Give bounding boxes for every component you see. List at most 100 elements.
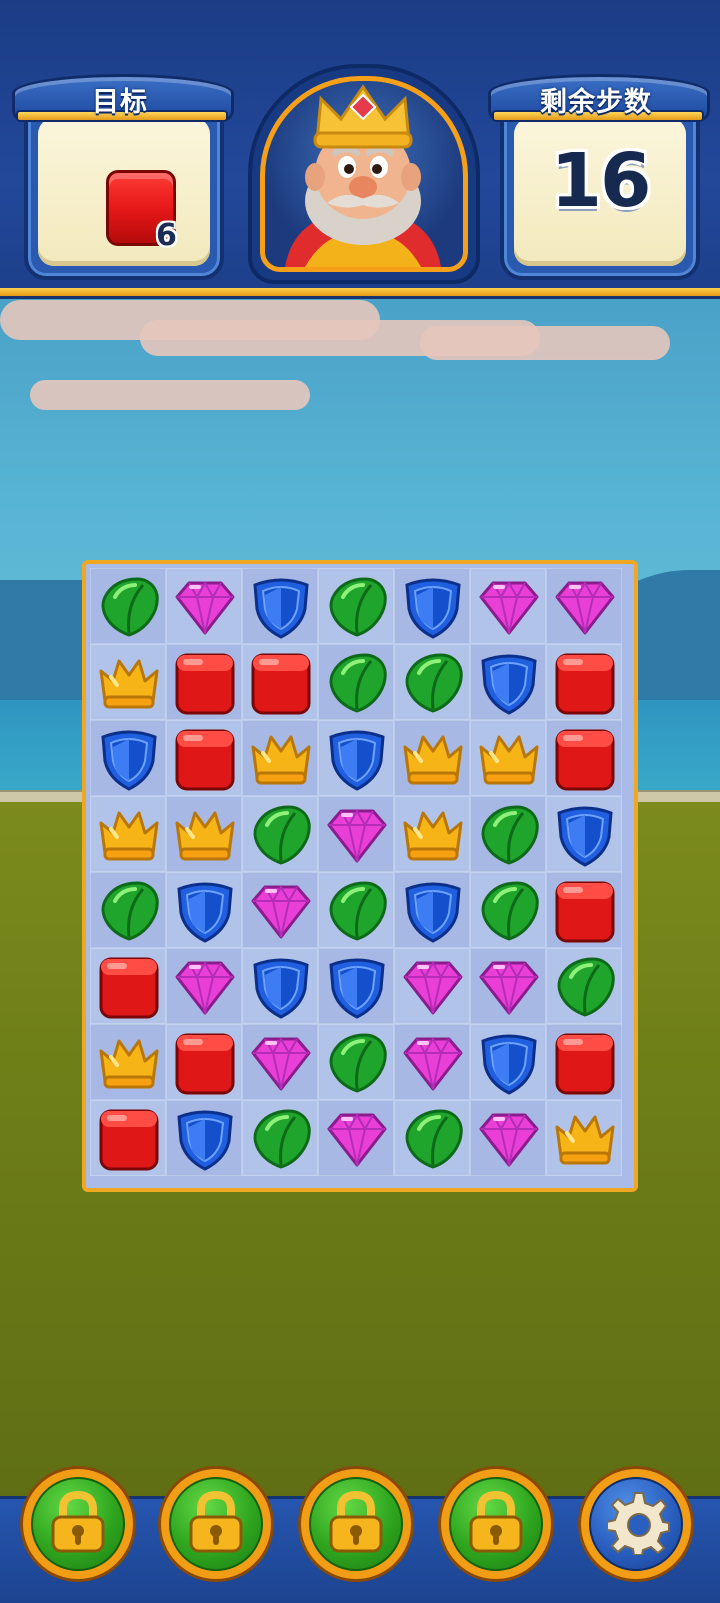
board-cell[interactable]	[546, 796, 622, 872]
crown-piece-icon[interactable]	[97, 1031, 161, 1095]
crown-piece-icon[interactable]	[97, 803, 161, 867]
gem-piece-icon[interactable]	[249, 879, 313, 943]
board-cell[interactable]	[318, 568, 394, 644]
shield-piece-icon[interactable]	[477, 1031, 541, 1095]
crown-piece-icon[interactable]	[97, 651, 161, 715]
board-cell[interactable]	[90, 644, 166, 720]
gem-piece-icon[interactable]	[477, 955, 541, 1019]
cube-piece-icon[interactable]	[249, 651, 313, 715]
crown-piece-icon[interactable]	[401, 803, 465, 867]
board-cell[interactable]	[470, 796, 546, 872]
leaf-piece-icon[interactable]	[249, 803, 313, 867]
board-cell[interactable]	[318, 796, 394, 872]
cube-piece-icon[interactable]	[553, 1031, 617, 1095]
crown-piece-icon[interactable]	[401, 727, 465, 791]
shield-piece-icon[interactable]	[97, 727, 161, 791]
leaf-piece-icon[interactable]	[401, 651, 465, 715]
board-cell[interactable]	[242, 872, 318, 948]
cube-piece-icon[interactable]	[553, 879, 617, 943]
shield-piece-icon[interactable]	[325, 955, 389, 1019]
board-cell[interactable]	[546, 644, 622, 720]
board-cell[interactable]	[166, 1024, 242, 1100]
board-cell[interactable]	[90, 948, 166, 1024]
board-cell[interactable]	[242, 1100, 318, 1176]
cube-piece-icon[interactable]	[173, 1031, 237, 1095]
gem-piece-icon[interactable]	[553, 575, 617, 639]
cube-piece-icon[interactable]	[173, 651, 237, 715]
board-cell[interactable]	[90, 1024, 166, 1100]
board-cell[interactable]	[394, 948, 470, 1024]
board-cell[interactable]	[546, 1100, 622, 1176]
board-cell[interactable]	[470, 568, 546, 644]
board-cell[interactable]	[394, 568, 470, 644]
gem-piece-icon[interactable]	[401, 1031, 465, 1095]
board-cell[interactable]	[242, 644, 318, 720]
board-cell[interactable]	[470, 1024, 546, 1100]
gem-piece-icon[interactable]	[401, 955, 465, 1019]
leaf-piece-icon[interactable]	[477, 879, 541, 943]
leaf-piece-icon[interactable]	[97, 879, 161, 943]
gem-piece-icon[interactable]	[249, 1031, 313, 1095]
shield-piece-icon[interactable]	[173, 1107, 237, 1171]
cube-piece-icon[interactable]	[97, 1107, 161, 1171]
board-cell[interactable]	[546, 1024, 622, 1100]
board-cell[interactable]	[242, 720, 318, 796]
board-cell[interactable]	[90, 796, 166, 872]
board-cell[interactable]	[90, 872, 166, 948]
board-cell[interactable]	[166, 1100, 242, 1176]
locked-booster-3[interactable]	[298, 1466, 414, 1582]
gem-piece-icon[interactable]	[173, 575, 237, 639]
crown-piece-icon[interactable]	[477, 727, 541, 791]
gem-piece-icon[interactable]	[477, 1107, 541, 1171]
gem-piece-icon[interactable]	[173, 955, 237, 1019]
cube-piece-icon[interactable]	[173, 727, 237, 791]
board-cell[interactable]	[470, 644, 546, 720]
board-cell[interactable]	[470, 948, 546, 1024]
board-cell[interactable]	[394, 720, 470, 796]
board-cell[interactable]	[318, 644, 394, 720]
board-cell[interactable]	[394, 1024, 470, 1100]
cube-piece-icon[interactable]	[553, 651, 617, 715]
board-cell[interactable]	[394, 1100, 470, 1176]
board-cell[interactable]	[546, 568, 622, 644]
board-cell[interactable]	[166, 644, 242, 720]
shield-piece-icon[interactable]	[477, 651, 541, 715]
locked-booster-2[interactable]	[158, 1466, 274, 1582]
leaf-piece-icon[interactable]	[249, 1107, 313, 1171]
leaf-piece-icon[interactable]	[325, 651, 389, 715]
shield-piece-icon[interactable]	[401, 879, 465, 943]
crown-piece-icon[interactable]	[553, 1107, 617, 1171]
leaf-piece-icon[interactable]	[325, 575, 389, 639]
shield-piece-icon[interactable]	[325, 727, 389, 791]
cube-piece-icon[interactable]	[553, 727, 617, 791]
board-cell[interactable]	[394, 644, 470, 720]
board-cell[interactable]	[242, 1024, 318, 1100]
board-cell[interactable]	[318, 948, 394, 1024]
board-cell[interactable]	[166, 796, 242, 872]
board-cell[interactable]	[166, 720, 242, 796]
board-cell[interactable]	[90, 568, 166, 644]
board-cell[interactable]	[166, 948, 242, 1024]
board-cell[interactable]	[90, 1100, 166, 1176]
board-cell[interactable]	[470, 1100, 546, 1176]
board-cell[interactable]	[242, 948, 318, 1024]
shield-piece-icon[interactable]	[249, 575, 313, 639]
cube-piece-icon[interactable]	[97, 955, 161, 1019]
board-cell[interactable]	[318, 1100, 394, 1176]
leaf-piece-icon[interactable]	[325, 1031, 389, 1095]
board-cell[interactable]	[242, 568, 318, 644]
leaf-piece-icon[interactable]	[97, 575, 161, 639]
board-cell[interactable]	[546, 872, 622, 948]
board-cell[interactable]	[90, 720, 166, 796]
settings-button[interactable]	[578, 1466, 694, 1582]
board-cell[interactable]	[318, 872, 394, 948]
shield-piece-icon[interactable]	[553, 803, 617, 867]
shield-piece-icon[interactable]	[173, 879, 237, 943]
leaf-piece-icon[interactable]	[325, 879, 389, 943]
board-cell[interactable]	[166, 872, 242, 948]
crown-piece-icon[interactable]	[173, 803, 237, 867]
board-cell[interactable]	[546, 720, 622, 796]
board-cell[interactable]	[470, 720, 546, 796]
gem-piece-icon[interactable]	[325, 803, 389, 867]
board-cell[interactable]	[318, 1024, 394, 1100]
